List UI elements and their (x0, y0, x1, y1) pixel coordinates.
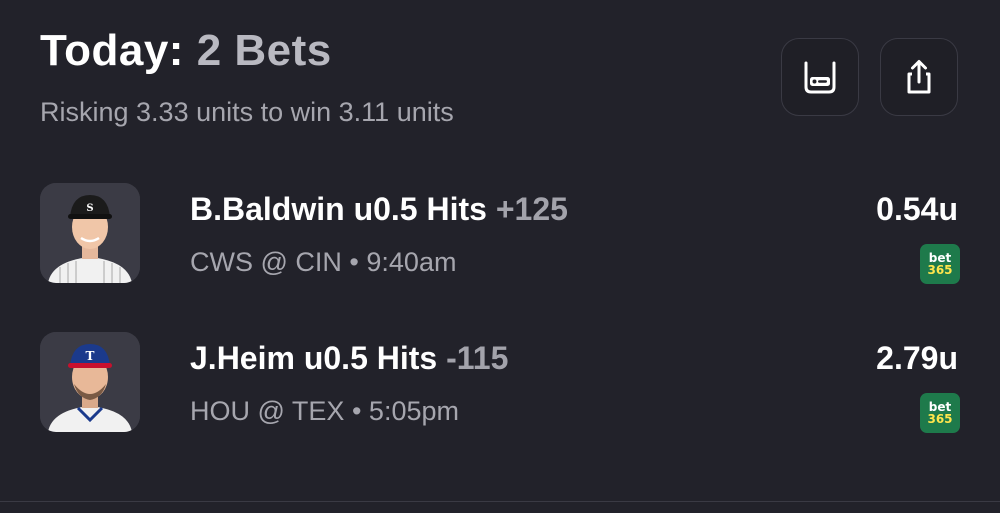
svg-text:S: S (86, 203, 93, 214)
bets-screen: Today: 2 Bets Risking 3.33 units to win … (0, 0, 1000, 513)
sportsbook-logo-number: 365 (927, 263, 953, 277)
bet-selection: J.Heim u0.5 Hits (190, 340, 438, 376)
sportsbook-logo: bet 365 (920, 244, 960, 284)
meta-separator: • (351, 396, 362, 426)
bet-row[interactable]: S B.Baldwin u0.5 Hits +125 CWS @ CIN • 9… (0, 183, 1000, 293)
bet-title: B.Baldwin u0.5 Hits +125 (190, 191, 568, 228)
svg-text:T: T (86, 349, 95, 363)
bet-title: J.Heim u0.5 Hits -115 (190, 340, 508, 377)
divider (0, 501, 1000, 502)
sportsbook-logo-number: 365 (927, 412, 953, 426)
bet-row[interactable]: T J.Heim u0.5 Hits -115 HOU @ TEX • 5:05… (0, 332, 1000, 442)
share-icon (907, 60, 931, 94)
game-time: 5:05pm (368, 396, 459, 426)
bet-slip-button[interactable] (781, 38, 859, 116)
player-avatar: T (40, 332, 140, 432)
bet-count: 2 Bets (196, 26, 332, 75)
matchup: CWS @ CIN (190, 247, 342, 277)
bet-units: 0.54u (876, 191, 958, 227)
bet-odds: -115 (446, 340, 509, 376)
bet-meta: HOU @ TEX • 5:05pm (190, 396, 459, 427)
bet-units: 2.79u (876, 340, 958, 376)
game-time: 9:40am (366, 247, 457, 277)
matchup: HOU @ TEX (190, 396, 345, 426)
sportsbook-logo: bet 365 (920, 393, 960, 433)
bet-slip-icon (804, 61, 836, 94)
player-photo: T (40, 332, 140, 432)
player-avatar: S (40, 183, 140, 283)
bet-odds: +125 (495, 191, 568, 227)
bet-selection: B.Baldwin u0.5 Hits (190, 191, 487, 227)
title-prefix: Today: (40, 26, 184, 75)
meta-separator: • (349, 247, 359, 277)
risk-summary: Risking 3.33 units to win 3.11 units (40, 97, 454, 127)
page-title: Today: 2 Bets (40, 26, 332, 76)
player-photo: S (40, 183, 140, 283)
bet-meta: CWS @ CIN • 9:40am (190, 247, 456, 278)
share-button[interactable] (880, 38, 958, 116)
